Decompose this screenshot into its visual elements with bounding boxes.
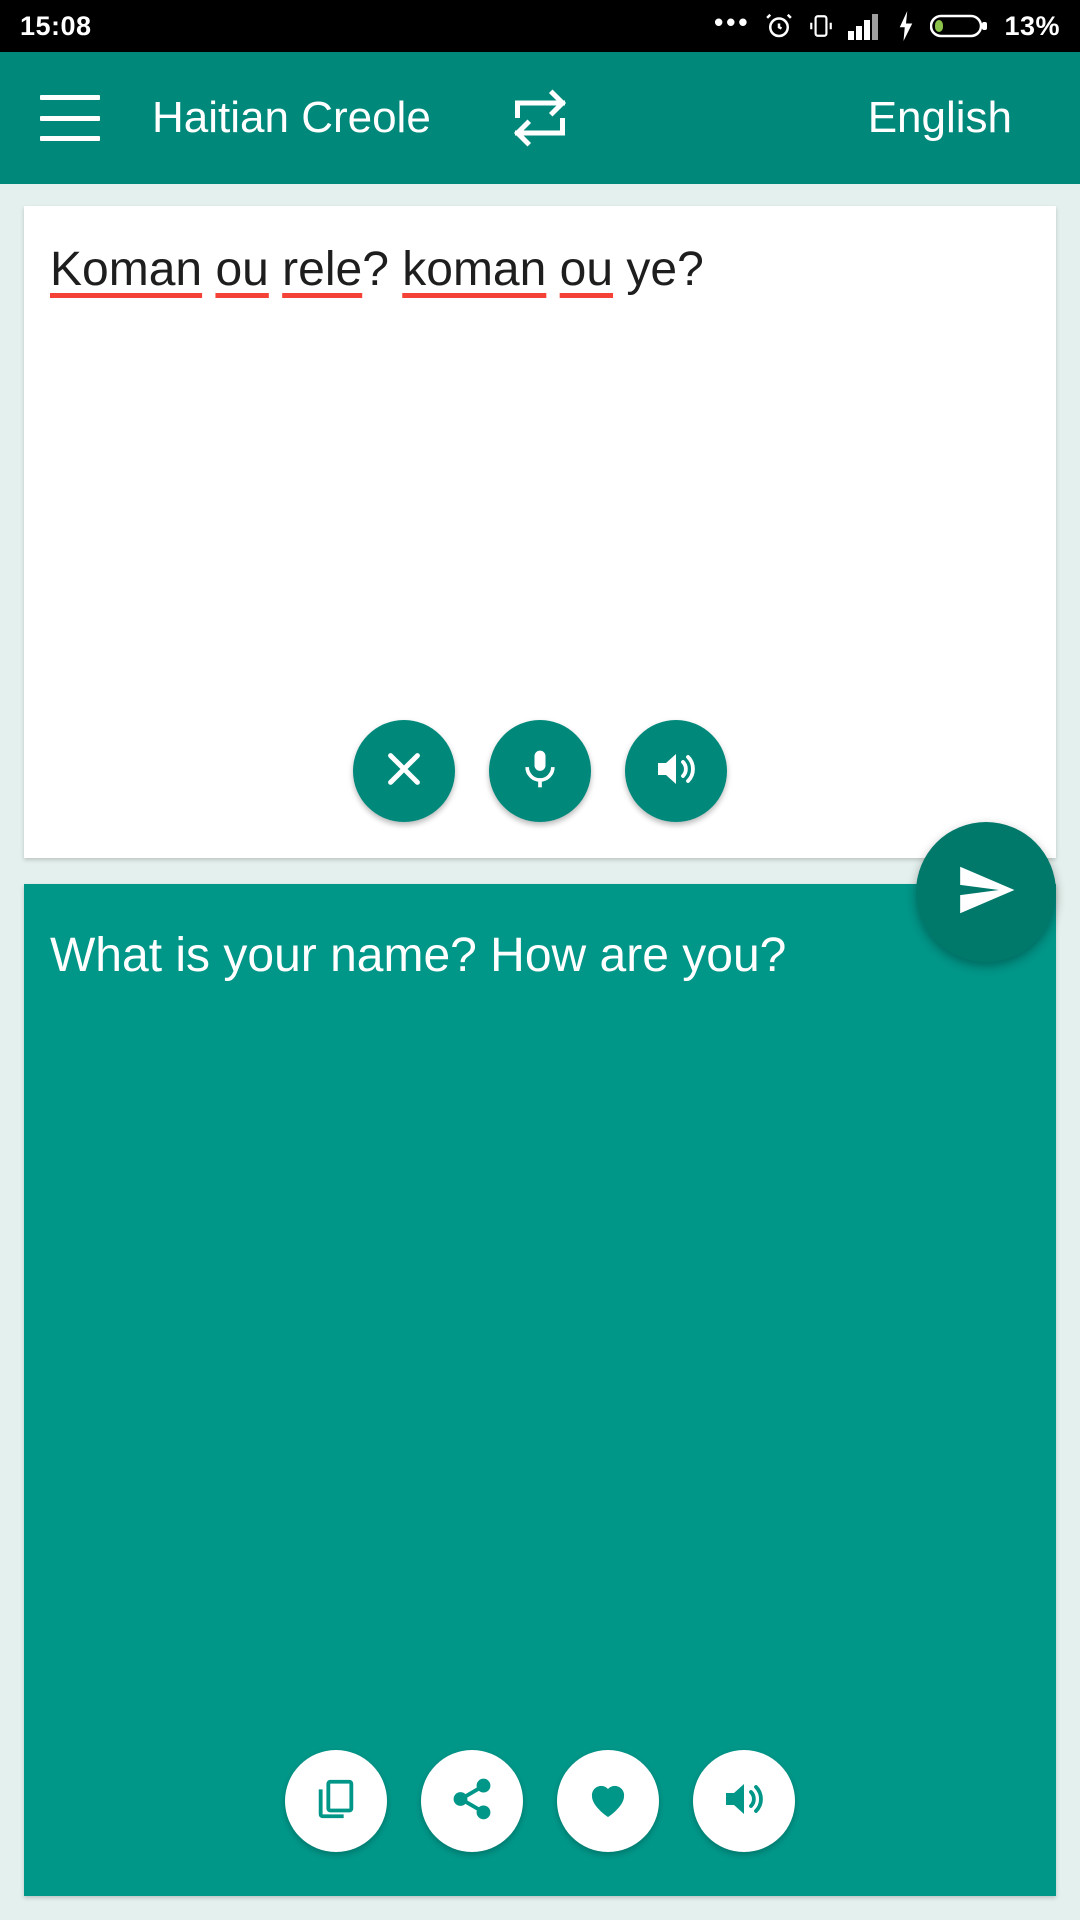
status-icons: ••• 13%	[714, 7, 1060, 42]
speak-target-button[interactable]	[693, 1750, 795, 1852]
misspelled-word: ou	[215, 243, 269, 296]
translator-body: Koman ou rele? koman ou ye? What is your…	[0, 184, 1080, 1920]
alarm-icon	[764, 11, 794, 41]
favorite-button[interactable]	[557, 1750, 659, 1852]
source-text-fragment	[269, 243, 282, 296]
translate-send-button[interactable]	[916, 822, 1056, 962]
source-text-input[interactable]: Koman ou rele? koman ou ye?	[24, 206, 1056, 300]
clear-button[interactable]	[353, 720, 455, 822]
source-text-fragment	[546, 243, 559, 296]
battery-icon	[930, 12, 990, 40]
translated-text: What is your name? How are you?	[50, 929, 787, 982]
share-icon	[449, 1776, 495, 1827]
battery-percent: 13%	[1004, 10, 1060, 41]
source-text-fragment: ye?	[613, 243, 704, 296]
source-actions	[24, 720, 1056, 822]
source-language-selector[interactable]: Haitian Creole	[152, 93, 431, 143]
misspelled-word: rele	[282, 243, 363, 296]
target-actions	[24, 1750, 1056, 1852]
microphone-icon	[518, 747, 562, 796]
share-button[interactable]	[421, 1750, 523, 1852]
send-icon	[955, 859, 1017, 926]
vibrate-icon	[808, 11, 834, 41]
misspelled-word: koman	[402, 243, 547, 296]
source-text-fragment: ?	[362, 243, 403, 296]
status-time: 15:08	[20, 10, 92, 41]
source-text-fragment	[202, 243, 215, 296]
source-card: Koman ou rele? koman ou ye?	[24, 206, 1056, 858]
voice-input-button[interactable]	[489, 720, 591, 822]
status-bar: 15:08 ••• 13%	[0, 0, 1080, 52]
charging-bolt-icon	[896, 11, 916, 41]
misspelled-word: Koman	[50, 243, 203, 296]
copy-icon	[313, 1776, 359, 1827]
signal-icon	[848, 12, 882, 40]
heart-icon	[584, 1775, 632, 1828]
speaker-icon	[652, 745, 700, 798]
target-language-selector[interactable]: English	[868, 93, 1040, 143]
overflow-dots-icon: •••	[714, 7, 751, 37]
target-card: What is your name? How are you?	[24, 884, 1056, 1896]
misspelled-word: ou	[559, 243, 614, 296]
speak-source-button[interactable]	[625, 720, 727, 822]
speaker-icon	[720, 1775, 768, 1828]
menu-icon[interactable]	[40, 95, 100, 141]
copy-button[interactable]	[285, 1750, 387, 1852]
app-bar: Haitian Creole English	[0, 52, 1080, 184]
close-icon	[381, 746, 427, 797]
swap-languages-icon[interactable]	[510, 88, 570, 148]
